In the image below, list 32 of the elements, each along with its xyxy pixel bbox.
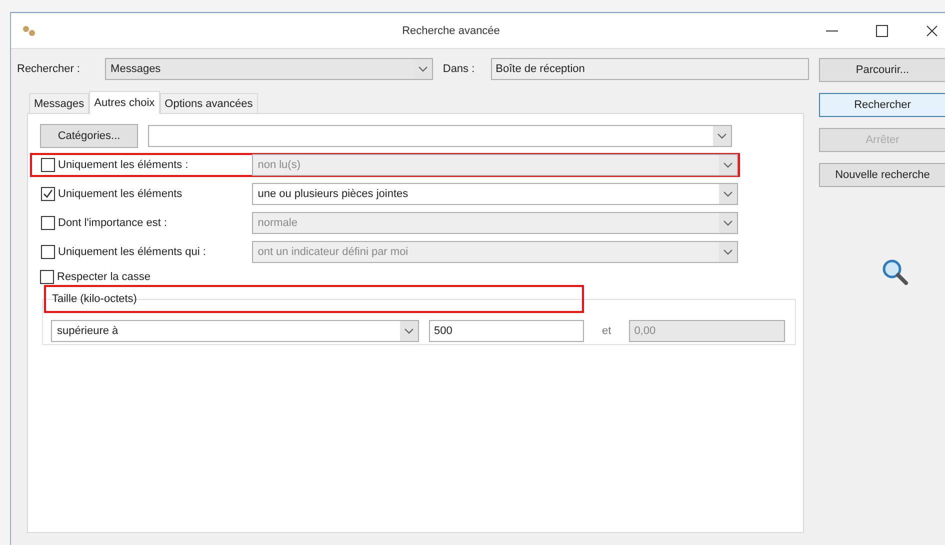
search-for-label: Rechercher : [17, 62, 81, 74]
match-case-label: Respecter la casse [57, 271, 151, 283]
close-icon[interactable] [925, 24, 939, 38]
dialog-button[interactable]: Nouvelle recherche [819, 163, 945, 187]
and-label: et [602, 325, 612, 337]
size-condition-dropdown[interactable]: supérieure à [51, 320, 419, 342]
folder-field[interactable]: Boîte de réception [490, 58, 809, 80]
criterion-label: Dont l'importance est : [58, 217, 168, 229]
dialog-button[interactable]: Rechercher [819, 93, 945, 117]
app-icon [21, 24, 37, 38]
checkbox[interactable] [41, 158, 55, 172]
categories-field[interactable] [148, 124, 732, 146]
checkbox[interactable] [41, 245, 55, 259]
maximize-icon[interactable] [875, 24, 889, 38]
categories-button[interactable]: Catégories... [40, 124, 138, 148]
window-title: Recherche avancée [401, 24, 501, 36]
criterion-label: Uniquement les éléments qui : [58, 246, 207, 258]
tab[interactable]: Messages [29, 93, 90, 113]
criterion-dropdown[interactable]: une ou plusieurs pièces jointes [252, 183, 738, 205]
search-for-dropdown[interactable]: Messages [104, 58, 433, 80]
checkbox[interactable] [41, 216, 55, 230]
checkbox[interactable] [40, 270, 54, 284]
tab[interactable]: Options avancées [160, 93, 258, 113]
criterion-label: Uniquement les éléments : [58, 159, 190, 171]
checkbox[interactable] [41, 187, 55, 201]
dialog-button[interactable]: Parcourir... [819, 58, 945, 82]
search-icon [881, 258, 909, 286]
tab[interactable]: Autres choix [89, 91, 160, 114]
size-group-title: Taille (kilo-octets) [52, 293, 137, 305]
size-from-field[interactable]: 500 [429, 320, 584, 342]
criterion-label: Uniquement les éléments [58, 188, 184, 200]
in-label: Dans : [442, 62, 476, 74]
